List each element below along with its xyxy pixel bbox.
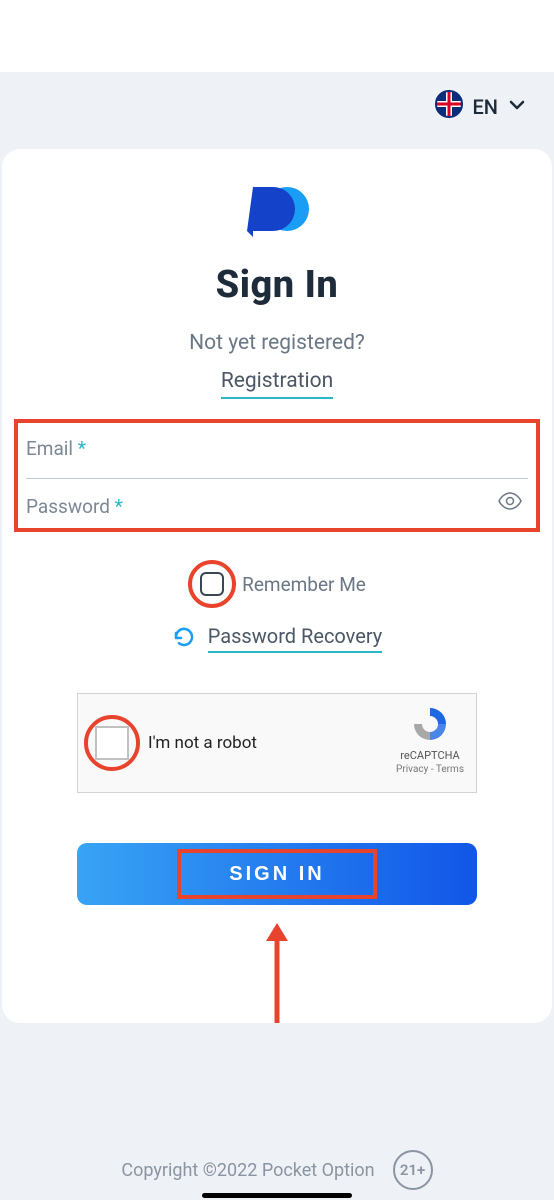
signin-card: Sign In Not yet registered? Registration… [2, 149, 552, 1023]
captcha-label: I'm not a robot [148, 733, 257, 753]
top-whitespace [0, 0, 554, 72]
recaptcha-widget: I'm not a robot reCAPTCHA Privacy - Term… [77, 693, 477, 793]
remember-label: Remember Me [242, 573, 366, 596]
remember-highlight-circle [188, 560, 236, 608]
flag-uk-icon [435, 90, 463, 123]
eye-icon[interactable] [498, 492, 522, 514]
recaptcha-icon [410, 704, 450, 744]
email-label: Email * [26, 437, 86, 460]
page-title: Sign In [2, 263, 552, 307]
remember-checkbox[interactable] [200, 572, 224, 596]
app-logo [2, 183, 552, 239]
language-label: EN [473, 95, 499, 119]
remember-row: Remember Me [2, 560, 552, 608]
password-label: Password * [26, 495, 123, 518]
subtitle-text: Not yet registered? [2, 331, 552, 355]
captcha-branding: reCAPTCHA Privacy - Terms [396, 704, 464, 775]
credentials-highlight-box: Email * Password * [14, 419, 540, 532]
footer: Copyright ©2022 Pocket Option 21+ [0, 1150, 554, 1190]
recovery-row: Password Recovery [2, 624, 552, 653]
refresh-icon [172, 625, 196, 653]
password-field[interactable]: Password * [26, 485, 528, 524]
email-underline [26, 478, 528, 479]
arrow-up-annotation [2, 923, 552, 1023]
captcha-highlight-circle [84, 715, 140, 771]
password-recovery-link[interactable]: Password Recovery [208, 624, 383, 653]
home-indicator [202, 1193, 352, 1198]
chevron-down-icon [508, 95, 526, 119]
registration-link[interactable]: Registration [221, 369, 333, 399]
language-selector[interactable]: EN [435, 90, 527, 123]
captcha-checkbox[interactable] [95, 726, 129, 760]
header-bar: EN [0, 72, 554, 141]
age-badge: 21+ [393, 1150, 433, 1190]
signin-button[interactable]: SIGN IN [77, 843, 477, 905]
email-field[interactable]: Email * [26, 427, 528, 485]
copyright-text: Copyright ©2022 Pocket Option [121, 1160, 374, 1181]
